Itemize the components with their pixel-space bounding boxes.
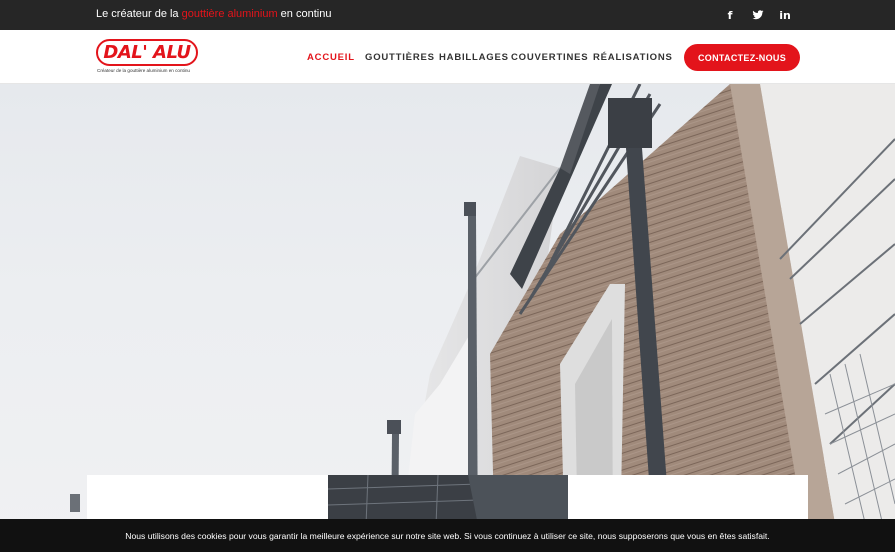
twitter-icon[interactable] (750, 7, 766, 23)
service-card-2-image (328, 475, 568, 525)
facebook-icon[interactable]: f (722, 7, 738, 23)
nav-item-gouttieres[interactable]: GOUTTIÈRES (365, 52, 435, 63)
logo-badge: DAL' ALU (96, 39, 198, 66)
contact-button[interactable]: CONTACTEZ-NOUS (684, 44, 800, 71)
nav-item-couvertines[interactable]: COUVERTINES (511, 52, 588, 63)
linkedin-glyph: in (779, 8, 791, 22)
tagline-highlight: gouttière aluminium (181, 8, 278, 20)
logo-subtitle: Créateur de la gouttière aluminium en co… (97, 68, 190, 73)
service-card-3[interactable] (568, 475, 808, 525)
tagline: Le créateur de la gouttière aluminium en… (96, 8, 331, 20)
tagline-start: Le créateur de la (96, 8, 182, 20)
nav-item-habillages[interactable]: HABILLAGES (439, 52, 509, 63)
service-card-1[interactable] (87, 475, 328, 525)
nav-item-realisations[interactable]: RÉALISATIONS (593, 52, 673, 63)
linkedin-icon[interactable]: in (777, 7, 793, 23)
nav-item-accueil[interactable]: ACCUEIL (307, 52, 355, 63)
site-header: DAL' ALU Créateur de la gouttière alumin… (0, 30, 895, 84)
logo-text: DAL' ALU (103, 42, 191, 63)
cookie-banner: Nous utilisons des cookies pour vous gar… (0, 519, 895, 552)
facebook-glyph: f (727, 8, 733, 22)
twitter-glyph (752, 10, 764, 20)
tagline-end: en continu (277, 8, 332, 20)
service-card-2[interactable] (328, 475, 568, 525)
top-bar: Le créateur de la gouttière aluminium en… (0, 0, 895, 30)
site-logo[interactable]: DAL' ALU Créateur de la gouttière alumin… (96, 39, 200, 75)
cookie-message: Nous utilisons des cookies pour vous gar… (125, 530, 770, 541)
